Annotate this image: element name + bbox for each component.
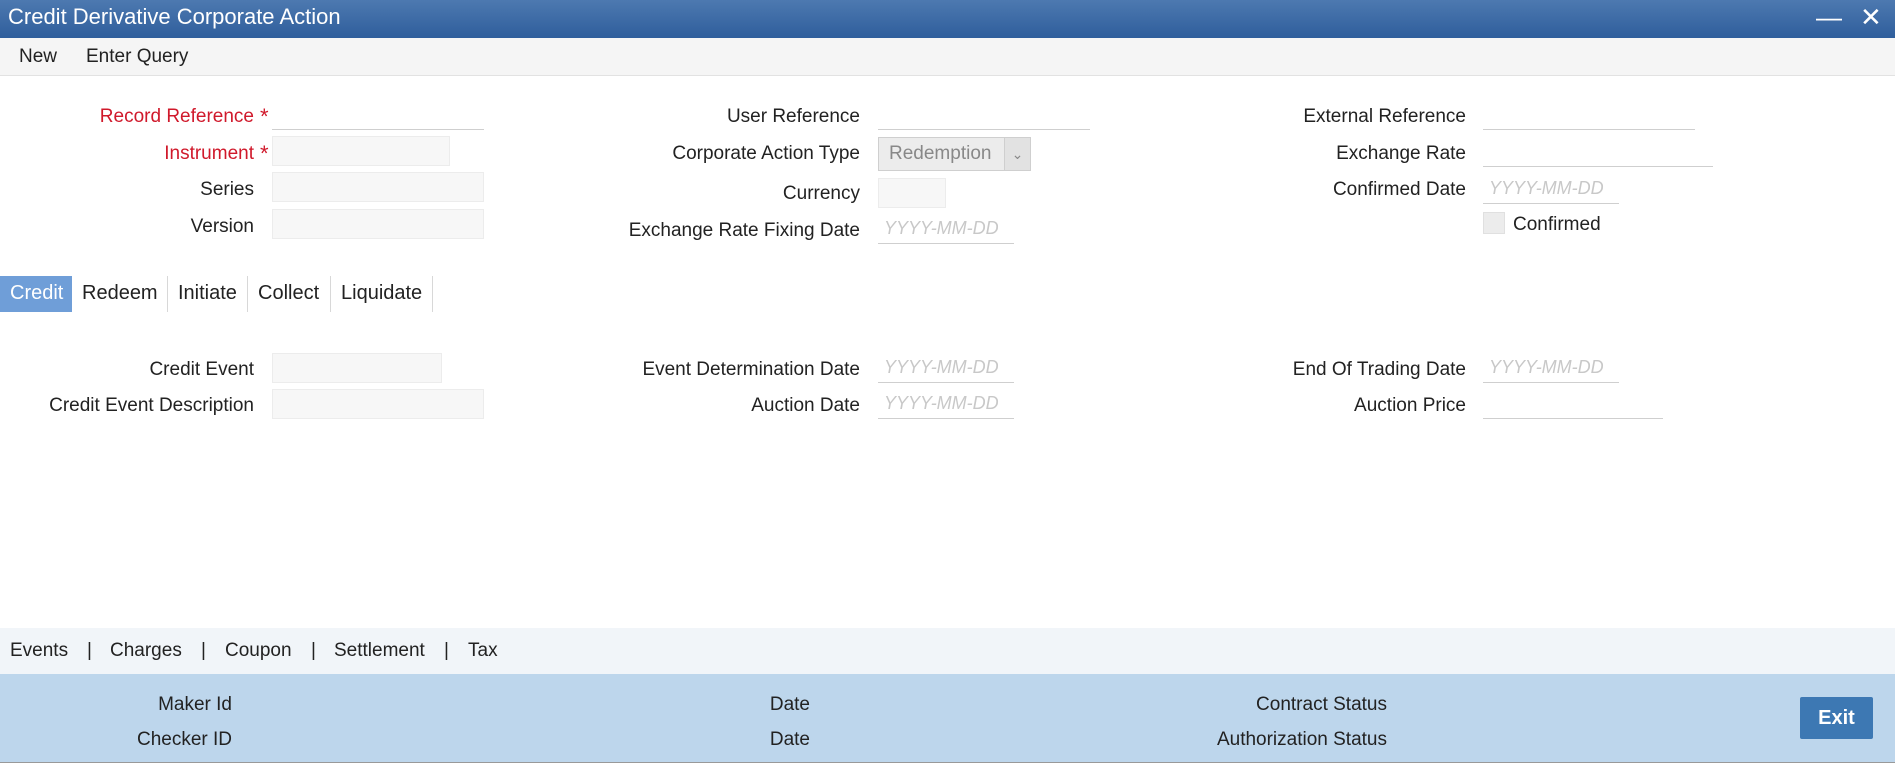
tab-initiate[interactable]: Initiate xyxy=(168,276,248,312)
charges-link[interactable]: Charges xyxy=(110,640,182,662)
link-separator: | xyxy=(201,640,206,661)
version-input[interactable] xyxy=(272,209,484,239)
settlement-link[interactable]: Settlement xyxy=(334,640,425,662)
credit-event-description-input[interactable] xyxy=(272,389,484,419)
confirmed-date-input[interactable] xyxy=(1483,174,1619,204)
instrument-label: Instrument xyxy=(164,143,254,164)
window-title-bar: Credit Derivative Corporate Action — ✕ xyxy=(0,0,1895,38)
checker-id-label: Checker ID xyxy=(136,729,232,750)
credit-event-description-label: Credit Event Description xyxy=(49,395,254,416)
corporate-action-type-label: Corporate Action Type xyxy=(672,143,860,164)
exchange-rate-input[interactable] xyxy=(1483,137,1713,167)
series-input[interactable] xyxy=(272,172,484,202)
user-reference-input[interactable] xyxy=(878,100,1090,130)
new-button[interactable]: New xyxy=(19,46,57,68)
series-label: Series xyxy=(200,179,254,200)
user-reference-label: User Reference xyxy=(726,106,860,127)
enter-query-button[interactable]: Enter Query xyxy=(86,46,188,68)
event-determination-date-input[interactable] xyxy=(878,353,1014,383)
version-label: Version xyxy=(190,216,254,237)
auction-date-input[interactable] xyxy=(878,389,1014,419)
exchange-rate-fixing-date-input[interactable] xyxy=(878,214,1014,244)
link-separator: | xyxy=(87,640,92,661)
authorization-status-label: Authorization Status xyxy=(1216,729,1387,750)
instrument-input[interactable] xyxy=(272,136,450,166)
auction-date-label: Auction Date xyxy=(751,395,860,416)
close-icon[interactable]: ✕ xyxy=(1860,0,1882,34)
exchange-rate-label: Exchange Rate xyxy=(1336,143,1466,164)
tab-credit[interactable]: Credit xyxy=(0,276,72,312)
end-of-trading-date-label: End Of Trading Date xyxy=(1292,359,1466,380)
exchange-rate-fixing-date-label: Exchange Rate Fixing Date xyxy=(628,220,860,241)
credit-event-input[interactable] xyxy=(272,353,442,383)
corporate-action-type-value: Redemption xyxy=(889,143,992,164)
checker-date-label: Date xyxy=(769,729,810,750)
currency-input[interactable] xyxy=(878,178,946,208)
tab-redeem[interactable]: Redeem xyxy=(72,276,168,312)
end-of-trading-date-input[interactable] xyxy=(1483,353,1619,383)
link-separator: | xyxy=(311,640,316,661)
status-bar: Maker Id Checker ID Date Date Contract S… xyxy=(0,674,1895,762)
confirmed-date-label: Confirmed Date xyxy=(1332,179,1466,200)
minus-icon[interactable]: — xyxy=(1816,0,1842,34)
corporate-action-type-select[interactable]: Redemption ⌄ xyxy=(878,137,1031,171)
exit-button[interactable]: Exit xyxy=(1800,697,1873,739)
tax-link[interactable]: Tax xyxy=(468,640,498,662)
auction-price-label: Auction Price xyxy=(1354,395,1466,416)
event-determination-date-label: Event Determination Date xyxy=(642,359,860,380)
tab-liquidate[interactable]: Liquidate xyxy=(331,276,433,312)
menu-bar: New Enter Query xyxy=(0,38,1895,76)
maker-date-label: Date xyxy=(769,694,810,715)
external-reference-input[interactable] xyxy=(1483,100,1695,130)
footer-links-bar: Events | Charges | Coupon | Settlement |… xyxy=(0,628,1895,674)
window-title: Credit Derivative Corporate Action xyxy=(8,4,341,29)
confirmed-checkbox[interactable] xyxy=(1483,212,1505,234)
required-marker: * xyxy=(260,141,269,166)
confirmed-label: Confirmed xyxy=(1513,214,1601,235)
maker-id-label: Maker Id xyxy=(158,694,232,715)
currency-label: Currency xyxy=(782,183,860,204)
chevron-down-icon[interactable]: ⌄ xyxy=(1004,138,1030,170)
required-marker: * xyxy=(260,104,269,129)
record-reference-input[interactable] xyxy=(272,100,484,130)
auction-price-input[interactable] xyxy=(1483,389,1663,419)
credit-event-label: Credit Event xyxy=(149,359,254,380)
external-reference-label: External Reference xyxy=(1303,106,1466,127)
bottom-border xyxy=(0,762,1895,767)
contract-status-label: Contract Status xyxy=(1256,694,1387,715)
coupon-link[interactable]: Coupon xyxy=(225,640,292,662)
link-separator: | xyxy=(444,640,449,661)
record-reference-label: Record Reference xyxy=(99,106,254,127)
events-link[interactable]: Events xyxy=(10,640,68,662)
tab-collect[interactable]: Collect xyxy=(248,276,331,312)
